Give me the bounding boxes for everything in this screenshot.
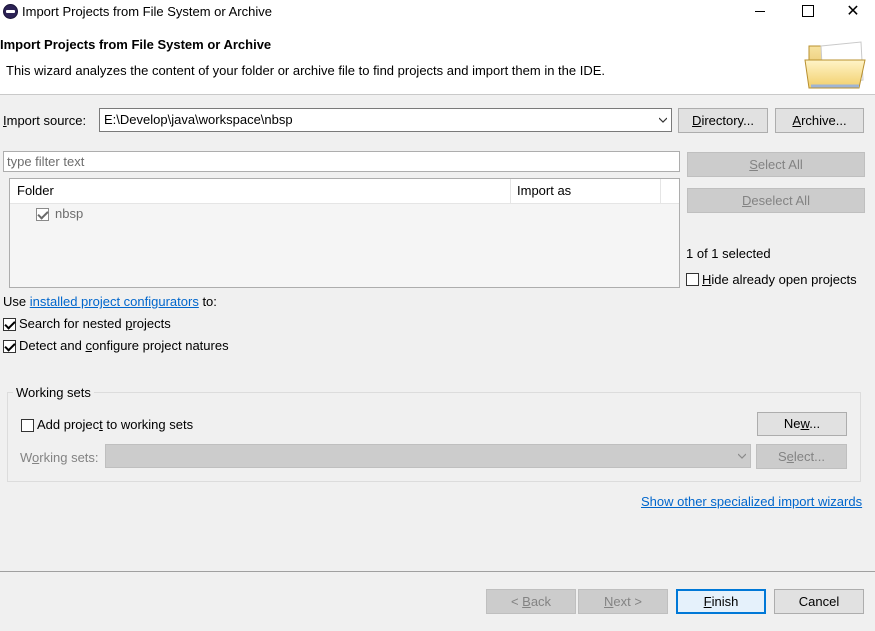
wizard-header: Import Projects from File System or Arch… (0, 24, 875, 95)
working-sets-title: Working sets (13, 385, 94, 400)
filter-placeholder: type filter text (7, 154, 85, 169)
filter-input[interactable]: type filter text (3, 151, 680, 172)
search-nested-checkbox[interactable] (3, 318, 16, 331)
hide-open-projects-checkbox[interactable] (686, 273, 699, 286)
project-checkbox[interactable] (36, 208, 49, 221)
projects-table[interactable]: Folder Import as nbsp (9, 178, 680, 288)
open-folder-icon (804, 41, 866, 89)
finish-button[interactable]: Finish (676, 589, 766, 614)
directory-button[interactable]: Directory... (678, 108, 768, 133)
column-header-import-as[interactable]: Import as (517, 183, 571, 198)
back-button[interactable]: < Back (486, 589, 576, 614)
detect-natures-checkbox[interactable] (3, 340, 16, 353)
table-row[interactable]: nbsp (10, 204, 679, 224)
column-header-folder[interactable]: Folder (17, 183, 54, 198)
maximize-button[interactable] (784, 0, 830, 24)
import-source-combo[interactable]: E:\Develop\java\workspace\nbsp (99, 108, 672, 132)
project-folder-name: nbsp (55, 206, 84, 221)
window-title: Import Projects from File System or Arch… (22, 4, 272, 19)
import-source-label: Import source: (3, 113, 87, 128)
working-sets-group (7, 392, 861, 482)
eclipse-app-icon (3, 4, 18, 19)
wizard-title: Import Projects from File System or Arch… (0, 37, 272, 52)
configurators-line: Use installed project configurators to: (3, 294, 217, 309)
selection-count: 1 of 1 selected (686, 246, 771, 261)
deselect-all-button[interactable]: Deselect All (687, 188, 865, 213)
window-titlebar: Import Projects from File System or Arch… (0, 0, 875, 24)
close-icon: ✕ (846, 3, 860, 20)
installed-project-configurators-link[interactable]: installed project configurators (30, 294, 199, 309)
next-button[interactable]: Next > (578, 589, 668, 614)
add-to-working-sets-label[interactable]: Add project to working sets (37, 417, 193, 432)
column-divider[interactable] (660, 179, 661, 204)
hide-open-projects-label[interactable]: Hide already open projects (702, 272, 857, 287)
archive-button[interactable]: Archive... (775, 108, 864, 133)
show-import-wizards-link[interactable]: Show other specialized import wizards (641, 494, 862, 509)
add-to-working-sets-checkbox[interactable] (21, 419, 34, 432)
detect-natures-label[interactable]: Detect and configure project natures (19, 338, 229, 353)
working-sets-label: Working sets: (20, 450, 99, 465)
chevron-down-icon (659, 117, 667, 123)
close-button[interactable]: ✕ (830, 0, 875, 24)
cancel-button[interactable]: Cancel (774, 589, 864, 614)
chevron-down-icon (738, 453, 746, 459)
search-nested-label[interactable]: Search for nested projects (19, 316, 171, 331)
select-working-sets-button[interactable]: Select... (756, 444, 847, 469)
new-working-set-button[interactable]: New... (757, 412, 847, 436)
minimize-button[interactable] (737, 0, 783, 24)
table-header: Folder Import as (10, 179, 679, 204)
import-source-value: E:\Develop\java\workspace\nbsp (104, 112, 293, 127)
column-divider[interactable] (510, 179, 511, 204)
select-all-button[interactable]: Select All (687, 152, 865, 177)
working-sets-combo[interactable] (105, 444, 751, 468)
wizard-description: This wizard analyzes the content of your… (6, 63, 606, 78)
